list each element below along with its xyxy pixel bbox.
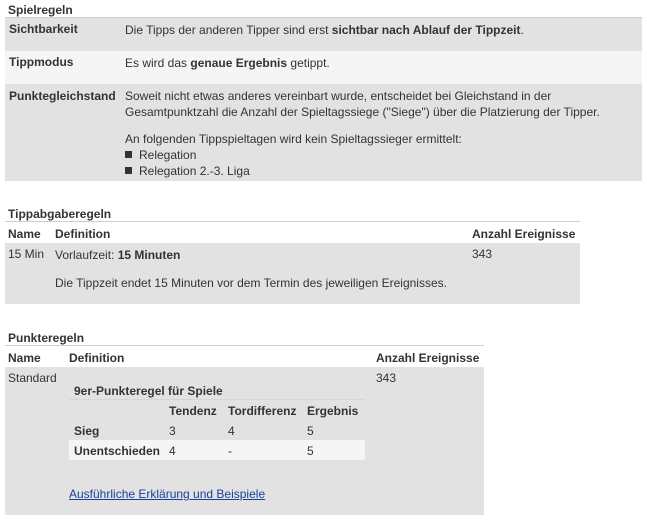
bullet-icon — [125, 151, 132, 158]
row-count: 343 — [376, 371, 397, 385]
spielregeln-title: Spielregeln — [8, 3, 73, 17]
tippabgaberegeln-title: Tippabgaberegeln — [8, 207, 112, 221]
row-name: 15 Min — [8, 247, 45, 261]
rule-label-tippmodus: Tippmodus — [9, 55, 74, 69]
divider — [69, 399, 365, 400]
row-definition: Vorlaufzeit: 15 Minuten — [55, 248, 181, 262]
column-header-definition: Definition — [55, 227, 111, 241]
points-col-tordifferenz: Tordifferenz — [228, 404, 297, 418]
column-header-name: Name — [8, 227, 41, 241]
rule-text-line1: Soweit nicht etwas anderes vereinbart wu… — [125, 89, 552, 103]
rule-text-sichtbarkeit: Die Tipps der anderen Tipper sind erst s… — [125, 23, 524, 37]
row-count: 343 — [472, 247, 493, 261]
rule-text-line2: Gesamtpunktzahl die Anzahl der Spieltags… — [125, 105, 600, 119]
rule-text-tippmodus: Es wird das genaue Ergebnis getippt. — [125, 56, 330, 70]
divider — [5, 345, 484, 346]
column-header-count: Anzahl Ereignisse — [472, 227, 576, 241]
rule-label-punktegleichstand: Punktegleichstand — [9, 89, 116, 103]
points-value: 5 — [307, 444, 314, 458]
points-row-label-unentschieden: Unentschieden — [74, 444, 161, 458]
column-header-name: Name — [8, 351, 41, 365]
rule-label-sichtbarkeit: Sichtbarkeit — [9, 22, 78, 36]
explanation-link[interactable]: Ausführliche Erklärung und Beispiele — [69, 487, 265, 501]
points-value: 5 — [307, 424, 314, 438]
row-note: Die Tippzeit endet 15 Minuten vor dem Te… — [55, 276, 447, 290]
rule-text-line3: An folgenden Tippspieltagen wird kein Sp… — [125, 132, 462, 146]
points-table-title: 9er-Punkteregel für Spiele — [74, 384, 223, 398]
row-name: Standard — [8, 371, 57, 385]
column-header-count: Anzahl Ereignisse — [376, 351, 480, 365]
bullet-item: Relegation — [125, 148, 196, 162]
points-value: 4 — [228, 424, 235, 438]
column-header-definition: Definition — [69, 351, 125, 365]
points-col-ergebnis: Ergebnis — [307, 404, 359, 418]
divider — [5, 221, 580, 222]
bullet-icon — [125, 167, 132, 174]
points-value: 3 — [169, 424, 176, 438]
points-col-tendenz: Tendenz — [169, 404, 217, 418]
points-row-label-sieg: Sieg — [74, 424, 100, 438]
punkteregeln-title: Punkteregeln — [8, 331, 85, 345]
bullet-item: Relegation 2.-3. Liga — [125, 164, 250, 178]
points-value: - — [228, 444, 232, 458]
points-value: 4 — [169, 444, 176, 458]
